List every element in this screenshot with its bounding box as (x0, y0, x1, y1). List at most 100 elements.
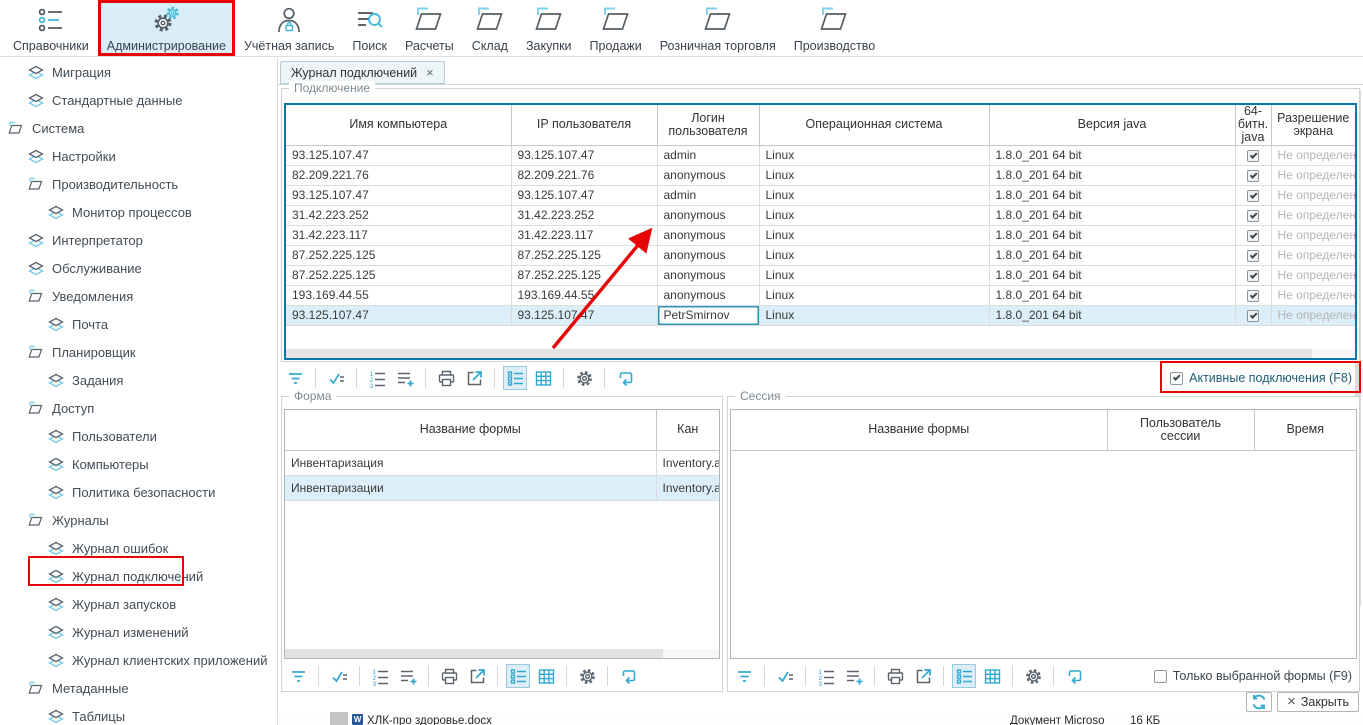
sessions-table[interactable]: Название формыПользователь сессииВремя (730, 409, 1357, 659)
table-cell[interactable]: Инвентаризация (285, 450, 656, 475)
java-version-cell[interactable]: 1.8.0_201 64 bit (989, 245, 1235, 265)
add-list-icon[interactable] (842, 664, 866, 688)
topbar-button-calculations[interactable]: Расчеты (396, 0, 463, 56)
column-header[interactable]: IP пользователя (511, 105, 657, 145)
table-cell[interactable]: Инвентаризации (285, 475, 656, 500)
topbar-button-account[interactable]: Учётная запись (235, 0, 343, 56)
java-64bit-checkbox[interactable] (1235, 185, 1271, 205)
computer-name-cell[interactable]: 93.125.107.47 (286, 185, 511, 205)
sidebar-item-maintenance[interactable]: Обслуживание (0, 254, 277, 282)
topbar-button-administration[interactable]: Администрирование (98, 0, 235, 56)
connection-row[interactable]: 31.42.223.11731.42.223.117anonymousLinux… (286, 225, 1355, 245)
gear-icon[interactable] (572, 366, 596, 390)
sidebar-item-interpreter[interactable]: Интерпретатор (0, 226, 277, 254)
computer-name-cell[interactable]: 193.169.44.55 (286, 285, 511, 305)
checklist-icon[interactable] (773, 664, 797, 688)
os-cell[interactable]: Linux (759, 185, 989, 205)
java-64bit-checkbox[interactable] (1235, 205, 1271, 225)
java-version-cell[interactable]: 1.8.0_201 64 bit (989, 305, 1235, 325)
printer-icon[interactable] (434, 366, 458, 390)
sidebar-item-journals[interactable]: Журналы (0, 506, 277, 534)
column-header[interactable]: Разрешение экрана (1271, 105, 1355, 145)
export-icon[interactable] (465, 664, 489, 688)
user-login-cell[interactable]: anonymous (657, 225, 759, 245)
user-ip-cell[interactable]: 87.252.225.125 (511, 245, 657, 265)
computer-name-cell[interactable]: 31.42.223.117 (286, 225, 511, 245)
column-header[interactable]: Логин пользователя (657, 105, 759, 145)
grid-icon[interactable] (980, 664, 1004, 688)
java-version-cell[interactable]: 1.8.0_201 64 bit (989, 285, 1235, 305)
sidebar-item-mail[interactable]: Почта (0, 310, 277, 338)
user-login-cell[interactable]: PetrSmirnov (657, 305, 759, 325)
user-ip-cell[interactable]: 193.169.44.55 (511, 285, 657, 305)
sidebar-item-computers[interactable]: Компьютеры (0, 450, 277, 478)
sidebar-item-tasks[interactable]: Задания (0, 366, 277, 394)
computer-name-cell[interactable]: 82.209.221.76 (286, 165, 511, 185)
close-button[interactable]: × Закрыть (1277, 692, 1359, 712)
sidebar-item-connection-journal[interactable]: Журнал подключений (0, 562, 277, 590)
table-cell[interactable]: Inventory.ac (656, 450, 719, 475)
os-cell[interactable]: Linux (759, 245, 989, 265)
user-login-cell[interactable]: anonymous (657, 205, 759, 225)
computer-name-cell[interactable]: 87.252.225.125 (286, 245, 511, 265)
numbered-list-icon[interactable]: 123 (365, 366, 389, 390)
sidebar-item-standard-data[interactable]: Стандартные данные (0, 86, 277, 114)
table-row[interactable]: ИнвентаризацииInventory.ac (285, 475, 719, 500)
sync-icon[interactable] (616, 664, 640, 688)
java-version-cell[interactable]: 1.8.0_201 64 bit (989, 265, 1235, 285)
list-view-icon[interactable] (952, 664, 976, 688)
topbar-button-sales[interactable]: Продажи (581, 0, 651, 56)
topbar-button-purchases[interactable]: Закупки (517, 0, 581, 56)
horizontal-scrollbar[interactable] (285, 649, 719, 658)
sidebar-item-access[interactable]: Доступ (0, 394, 277, 422)
user-login-cell[interactable]: anonymous (657, 165, 759, 185)
sidebar-item-notifications[interactable]: Уведомления (0, 282, 277, 310)
computer-name-cell[interactable]: 31.42.223.252 (286, 205, 511, 225)
java-64bit-checkbox[interactable] (1235, 265, 1271, 285)
java-64bit-checkbox[interactable] (1235, 245, 1271, 265)
user-ip-cell[interactable]: 93.125.107.47 (511, 185, 657, 205)
topbar-button-catalogs[interactable]: Справочники (4, 0, 98, 56)
java-version-cell[interactable]: 1.8.0_201 64 bit (989, 185, 1235, 205)
numbered-list-icon[interactable]: 123 (368, 664, 392, 688)
export-icon[interactable] (462, 366, 486, 390)
sidebar-item-error-journal[interactable]: Журнал ошибок (0, 534, 277, 562)
column-header[interactable]: Название формы (731, 410, 1107, 450)
sidebar-item-launch-journal[interactable]: Журнал запусков (0, 590, 277, 618)
checklist-icon[interactable] (324, 366, 348, 390)
sidebar-item-migration[interactable]: Миграция (0, 58, 277, 86)
user-ip-cell[interactable]: 87.252.225.125 (511, 265, 657, 285)
column-header[interactable]: Кан (656, 410, 719, 450)
refresh-button[interactable] (1246, 692, 1272, 712)
sync-icon[interactable] (613, 366, 637, 390)
connection-row[interactable]: 93.125.107.4793.125.107.47adminLinux1.8.… (286, 145, 1355, 165)
connection-row[interactable]: 193.169.44.55193.169.44.55anonymousLinux… (286, 285, 1355, 305)
connection-row[interactable]: 87.252.225.12587.252.225.125anonymousLin… (286, 245, 1355, 265)
filter-icon[interactable] (286, 664, 310, 688)
sidebar-item-users[interactable]: Пользователи (0, 422, 277, 450)
java-64bit-checkbox[interactable] (1235, 145, 1271, 165)
add-list-icon[interactable] (393, 366, 417, 390)
printer-icon[interactable] (883, 664, 907, 688)
java-64bit-checkbox[interactable] (1235, 165, 1271, 185)
topbar-button-warehouse[interactable]: Склад (463, 0, 517, 56)
sidebar-item-system[interactable]: Система (0, 114, 277, 142)
os-cell[interactable]: Linux (759, 145, 989, 165)
user-login-cell[interactable]: admin (657, 185, 759, 205)
sidebar-item-process-monitor[interactable]: Монитор процессов (0, 198, 277, 226)
column-header[interactable]: Пользователь сессии (1107, 410, 1254, 450)
topbar-button-production[interactable]: Производство (785, 0, 885, 56)
user-ip-cell[interactable]: 31.42.223.117 (511, 225, 657, 245)
user-ip-cell[interactable]: 82.209.221.76 (511, 165, 657, 185)
column-header[interactable]: Операционная система (759, 105, 989, 145)
java-64bit-checkbox[interactable] (1235, 305, 1271, 325)
connection-row[interactable]: 31.42.223.25231.42.223.252anonymousLinux… (286, 205, 1355, 225)
java-version-cell[interactable]: 1.8.0_201 64 bit (989, 145, 1235, 165)
user-login-cell[interactable]: anonymous (657, 285, 759, 305)
column-header[interactable]: Название формы (285, 410, 656, 450)
column-header[interactable]: Время (1254, 410, 1356, 450)
user-login-cell[interactable]: anonymous (657, 265, 759, 285)
user-ip-cell[interactable]: 93.125.107.47 (511, 305, 657, 325)
table-cell[interactable]: Inventory.ac (656, 475, 719, 500)
sidebar-item-settings[interactable]: Настройки (0, 142, 277, 170)
